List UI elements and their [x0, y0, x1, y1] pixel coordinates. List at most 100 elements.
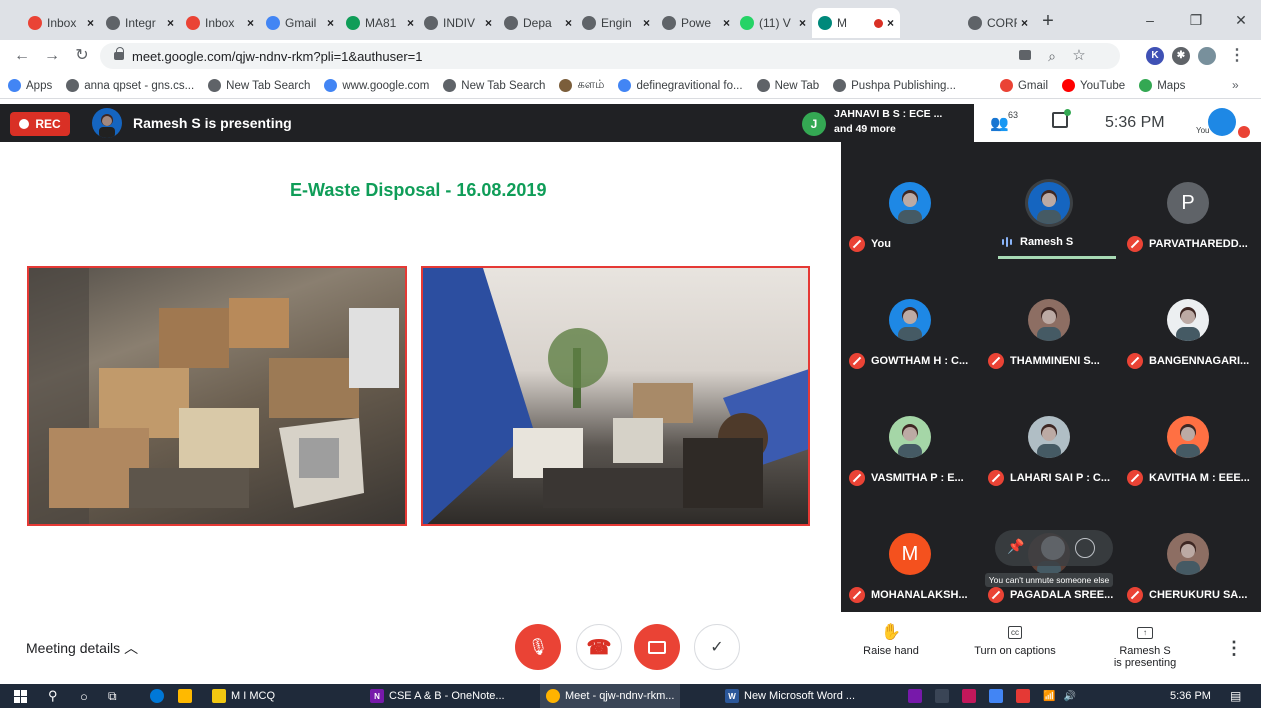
remove-participant-icon[interactable] — [1075, 538, 1095, 558]
tab-7[interactable]: Engin × — [576, 8, 656, 38]
camera-icon[interactable] — [1019, 50, 1031, 60]
tab-3[interactable]: Gmail × — [260, 8, 340, 38]
address-bar[interactable]: meet.google.com/qjw-ndnv-rkm?pli=1&authu… — [100, 43, 1120, 69]
participant-tile[interactable]: P PARVATHAREDD... — [1119, 142, 1257, 258]
tray-volume-icon[interactable]: 🔊 — [1063, 691, 1075, 702]
participant-tile[interactable]: BANGENNAGARI... — [1119, 259, 1257, 375]
mute-participant-icon[interactable] — [1041, 536, 1065, 560]
bookmark-7[interactable]: New Tab — [756, 79, 819, 92]
captions-button[interactable]: cc Turn on captions — [965, 622, 1065, 657]
profile-avatar-icon[interactable] — [1198, 47, 1216, 65]
taskbar-item-onenote[interactable]: N CSE A & B - OneNote... — [370, 684, 505, 708]
participant-tile[interactable]: KAVITHA M : EEE... — [1119, 376, 1257, 492]
self-avatar[interactable] — [1208, 108, 1236, 136]
store-icon[interactable] — [178, 684, 197, 708]
close-tab-icon[interactable]: × — [485, 16, 492, 30]
new-tab-button[interactable]: + — [1036, 9, 1060, 33]
bookmark-0[interactable]: Apps — [8, 79, 52, 92]
tray-shield-icon[interactable] — [1016, 689, 1030, 703]
presenting-button[interactable]: ↑ Ramesh Sis presenting — [1095, 622, 1195, 669]
tab-6[interactable]: Depa × — [498, 8, 578, 38]
tab-4[interactable]: MA81 × — [340, 8, 420, 38]
onenote-icon: N — [370, 689, 384, 703]
minimize-button[interactable]: – — [1135, 8, 1165, 32]
notifications-icon[interactable]: ▤ — [1230, 684, 1241, 708]
close-tab-icon[interactable]: × — [407, 16, 414, 30]
meeting-details-button[interactable]: Meeting details ︿ — [26, 638, 138, 658]
tab-10[interactable]: M × — [812, 8, 900, 38]
tray-network-icon[interactable]: 📶 — [1043, 691, 1055, 702]
bookmark-4[interactable]: New Tab Search — [443, 79, 545, 92]
tab-label: Powe — [681, 16, 712, 30]
tab-8[interactable]: Powe × — [656, 8, 736, 38]
tab-9[interactable]: (11) V × — [734, 8, 812, 38]
search-icon[interactable]: ⚲ — [48, 684, 58, 708]
chat-icon[interactable] — [1052, 109, 1071, 128]
camera-off-button[interactable] — [634, 624, 680, 670]
tab-5[interactable]: INDIV × — [418, 8, 498, 38]
windows-start-icon[interactable] — [14, 684, 27, 708]
taskbar-item-mcq[interactable]: M I MCQ — [212, 684, 275, 708]
close-tab-icon[interactable]: × — [887, 16, 894, 30]
tab-11[interactable]: CORR × — [962, 8, 1034, 38]
back-arrow-icon[interactable]: ← — [10, 44, 34, 68]
star-icon[interactable]: ☆ — [1067, 44, 1091, 68]
tray-heart-icon[interactable] — [962, 689, 976, 703]
edge-icon[interactable] — [150, 684, 169, 708]
zoom-icon[interactable]: ⌕ — [1040, 44, 1064, 68]
mic-off-button[interactable]: 🎙 — [515, 624, 561, 670]
bookmark-3[interactable]: www.google.com — [324, 79, 429, 92]
extension-k-icon[interactable]: K — [1146, 47, 1164, 65]
checkmark-button[interactable]: ✓ — [694, 624, 740, 670]
participant-tile[interactable]: M MOHANALAKSH... — [841, 493, 979, 609]
participant-tile[interactable]: Ramesh S — [980, 142, 1118, 259]
close-window-button[interactable]: ✕ — [1226, 8, 1256, 32]
more-options-icon[interactable]: ⋮ — [1225, 638, 1243, 659]
participant-tile[interactable]: VASMITHA P : E... — [841, 376, 979, 492]
bookmark-8[interactable]: Pushpa Publishing... — [833, 79, 956, 92]
reload-icon[interactable]: ↻ — [70, 44, 94, 68]
maximize-button[interactable]: ❐ — [1181, 8, 1211, 32]
participant-tile[interactable]: GOWTHAM H : C... — [841, 259, 979, 375]
more-bookmarks-icon[interactable]: » — [1232, 78, 1239, 92]
tab-1[interactable]: Integr × — [100, 8, 180, 38]
menu-kebab-icon[interactable]: ⋮ — [1225, 44, 1249, 68]
bookmark-10[interactable]: YouTube — [1062, 79, 1125, 92]
tray-onenote-icon[interactable] — [908, 689, 922, 703]
taskbar-label: M I MCQ — [231, 690, 275, 702]
people-icon[interactable]: 👥 — [990, 114, 1009, 132]
close-tab-icon[interactable]: × — [799, 16, 806, 30]
close-tab-icon[interactable]: × — [1021, 16, 1028, 30]
close-tab-icon[interactable]: × — [565, 16, 572, 30]
close-tab-icon[interactable]: × — [167, 16, 174, 30]
participant-tile[interactable]: You — [841, 142, 979, 258]
close-tab-icon[interactable]: × — [247, 16, 254, 30]
participant-tile[interactable]: LAHARI SAI P : C... — [980, 376, 1118, 492]
bookmark-2[interactable]: New Tab Search — [208, 79, 310, 92]
close-tab-icon[interactable]: × — [643, 16, 650, 30]
taskbar-item-word[interactable]: W New Microsoft Word ... — [725, 684, 855, 708]
bookmark-6[interactable]: definegravitional fo... — [618, 79, 743, 92]
tray-app-icon[interactable] — [935, 689, 949, 703]
tab-2[interactable]: Inbox × — [180, 8, 260, 38]
raise-hand-button[interactable]: ✋ Raise hand — [841, 622, 941, 657]
puzzle-icon[interactable]: ✱ — [1172, 47, 1190, 65]
taskbar-item-meet[interactable]: Meet - qjw-ndnv-rkm... — [540, 684, 681, 708]
participant-tile[interactable]: CHERUKURU SA... — [1119, 493, 1257, 609]
bookmark-1[interactable]: anna qpset - gns.cs... — [66, 79, 194, 92]
bookmark-11[interactable]: Maps — [1139, 79, 1185, 92]
raise-hand-label: Raise hand — [863, 645, 919, 657]
close-tab-icon[interactable]: × — [723, 16, 730, 30]
tray-mic-icon[interactable] — [989, 689, 1003, 703]
participant-tile[interactable]: THAMMINENI S... — [980, 259, 1118, 375]
task-view-icon[interactable]: ⧉ — [108, 684, 117, 708]
bookmark-9[interactable]: Gmail — [999, 79, 1048, 92]
pin-icon[interactable]: 📌 — [1007, 538, 1024, 555]
bookmark-5[interactable]: களம் — [559, 79, 604, 93]
forward-arrow-icon[interactable]: → — [40, 44, 64, 68]
tab-0[interactable]: Inbox × — [22, 8, 100, 38]
close-tab-icon[interactable]: × — [327, 16, 334, 30]
leave-call-button[interactable]: ☎ — [576, 624, 622, 670]
close-tab-icon[interactable]: × — [87, 16, 94, 30]
cortana-icon[interactable]: ○ — [80, 684, 88, 708]
